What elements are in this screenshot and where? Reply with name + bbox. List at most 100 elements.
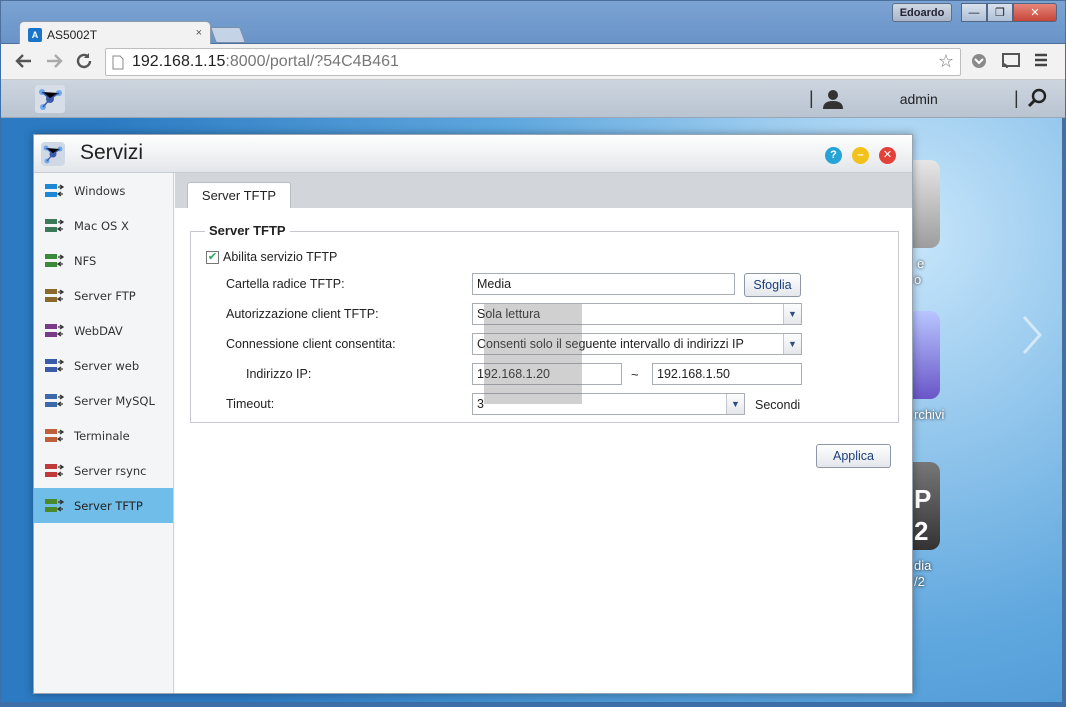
new-tab-button[interactable] [210, 27, 246, 43]
enable-tftp-checkbox[interactable]: ✔ [206, 250, 219, 264]
windows-icon [44, 182, 64, 200]
tftp-settings-group: Server TFTP ✔ Abilita servizio TFTP Cart… [190, 223, 899, 423]
user-menu[interactable]: | admin [809, 88, 938, 109]
allowed-connection-label: Connessione client consentita: [226, 337, 396, 351]
desktop-label: rchivi [914, 407, 945, 422]
reload-icon[interactable] [73, 51, 95, 73]
sidebar-item-webdav[interactable]: WebDAV [34, 313, 173, 348]
services-icon [41, 142, 65, 166]
browse-button[interactable]: Sfoglia [744, 273, 801, 297]
sidebar-item-label: Mac OS X [74, 218, 129, 233]
separator: | [809, 88, 814, 108]
chevron-down-icon[interactable]: ▼ [783, 334, 801, 354]
terminal-icon [44, 427, 64, 445]
sidebar-item-label: Server rsync [74, 463, 147, 478]
url-path: :8000/portal/?54C4B461 [225, 53, 399, 70]
sidebar-item-server-ftp[interactable]: Server FTP [34, 278, 173, 313]
nfs-icon [44, 252, 64, 270]
timeout-value: 3 [477, 397, 484, 411]
ip-from-input[interactable]: 192.168.1.20 [472, 363, 622, 385]
ip-range-separator: ~ [631, 367, 639, 382]
sidebar-item-label: WebDAV [74, 323, 123, 338]
sidebar-item-windows[interactable]: Windows [34, 173, 173, 208]
next-page-arrow-icon[interactable] [1020, 313, 1044, 367]
maximize-window-button[interactable]: ❐ [987, 3, 1013, 22]
search-icon[interactable] [1027, 88, 1047, 113]
desktop-label: /2 [914, 574, 925, 589]
help-button[interactable]: ? [825, 147, 842, 164]
sidebar-item-mac-os-x[interactable]: Mac OS X [34, 208, 173, 243]
window-title: Servizi [80, 141, 144, 164]
ftp-icon [44, 287, 64, 305]
allowed-connection-select[interactable]: Consenti solo il seguente intervallo di … [472, 333, 802, 355]
rsync-icon [44, 462, 64, 480]
client-auth-select[interactable]: Sola lettura ▼ [472, 303, 802, 325]
minimize-window-button[interactable]: — [961, 3, 987, 22]
nas-app-bar: | admin | [1, 80, 1065, 118]
desktop-icon-glyph: 2 [914, 516, 929, 546]
desktop-label: e [917, 256, 925, 271]
close-window-button[interactable]: ✕ [1013, 3, 1057, 22]
mysql-icon [44, 392, 64, 410]
timeout-label: Timeout: [226, 397, 275, 411]
timeout-select[interactable]: 3 ▼ [472, 393, 745, 415]
asustor-favicon-icon: A [28, 27, 42, 42]
ip-to-input[interactable]: 192.168.1.50 [652, 363, 802, 385]
minimize-button[interactable]: – [852, 147, 869, 164]
sidebar-item-label: Server MySQL [74, 393, 155, 408]
desktop-label: o [914, 272, 922, 287]
desktop-label: dia [914, 558, 932, 573]
back-arrow-icon[interactable] [13, 51, 35, 73]
sidebar-item-label: Windows [74, 183, 126, 198]
tftp-icon [44, 497, 64, 515]
root-folder-label: Cartella radice TFTP: [226, 277, 345, 291]
enable-tftp-label: Abilita servizio TFTP [223, 250, 338, 264]
sidebar-item-label: NFS [74, 253, 97, 268]
timeout-unit: Secondi [755, 398, 801, 412]
root-folder-input[interactable]: Media [472, 273, 735, 295]
sidebar-item-server-tftp[interactable]: Server TFTP [34, 488, 173, 523]
profile-badge[interactable]: Edoardo [892, 3, 952, 22]
chevron-down-icon[interactable]: ▼ [783, 304, 801, 324]
sidebar-item-server-mysql[interactable]: Server MySQL [34, 383, 173, 418]
user-name: admin [899, 90, 938, 107]
sidebar-item-label: Server FTP [74, 288, 136, 303]
user-icon [822, 89, 843, 109]
sidebar-item-label: Server web [74, 358, 140, 373]
sidebar-item-nfs[interactable]: NFS [34, 243, 173, 278]
sidebar-item-server-rsync[interactable]: Server rsync [34, 453, 173, 488]
services-app-icon[interactable] [35, 85, 65, 113]
client-auth-value: Sola lettura [477, 307, 541, 321]
tab-close-icon[interactable]: × [196, 27, 202, 39]
hamburger-menu-icon[interactable] [1033, 52, 1049, 73]
url-host: 192.168.1.15 [132, 53, 226, 70]
star-icon[interactable]: ☆ [938, 51, 954, 72]
sidebar-item-label: Server TFTP [74, 498, 143, 513]
tab-server-tftp[interactable]: Server TFTP [187, 182, 291, 208]
forward-arrow-icon[interactable] [43, 51, 65, 73]
extension-icon[interactable] [970, 52, 988, 75]
browser-toolbar: 192.168.1.15:8000/portal/?54C4B461 ☆ [1, 44, 1065, 80]
sidebar-item-terminale[interactable]: Terminale [34, 418, 173, 453]
mac-x-icon [44, 217, 64, 235]
services-sidebar: Windows Mac OS X NFS Server FTP WebDAV Server… [34, 173, 174, 693]
window-header: Servizi ? – ✕ [34, 135, 912, 173]
group-legend: Server TFTP [205, 223, 290, 238]
sidebar-item-label: Terminale [74, 428, 130, 443]
services-window: Servizi ? – ✕ Windows Mac OS X NFS Server F… [33, 134, 913, 694]
apply-button[interactable]: Applica [816, 444, 891, 468]
close-button[interactable]: ✕ [879, 147, 896, 164]
tab-bar: Server TFTP [175, 173, 912, 208]
webdav-icon [44, 322, 64, 340]
window-controls: — ❐ ✕ [961, 3, 1057, 22]
content-panel: Server TFTP Server TFTP ✔ Abilita serviz… [175, 173, 912, 693]
web-server-icon [44, 357, 64, 375]
allowed-connection-value: Consenti solo il seguente intervallo di … [477, 337, 744, 351]
client-auth-label: Autorizzazione client TFTP: [226, 307, 379, 321]
chevron-down-icon[interactable]: ▼ [726, 394, 744, 414]
tab-title: AS5002T [47, 27, 98, 42]
address-bar[interactable]: 192.168.1.15:8000/portal/?54C4B461 ☆ [105, 48, 961, 76]
separator: | [1014, 88, 1019, 108]
cast-icon[interactable] [1001, 52, 1021, 75]
sidebar-item-server-web[interactable]: Server web [34, 348, 173, 383]
